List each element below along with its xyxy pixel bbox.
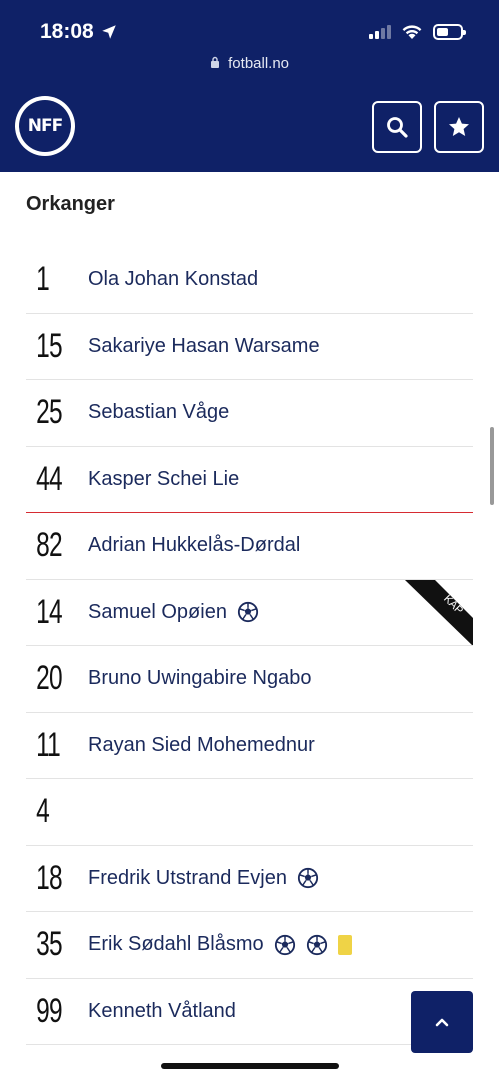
player-row[interactable]: 4 <box>26 779 473 846</box>
player-name: Rayan Sied Mohemednur <box>88 733 315 756</box>
player-name-group: Sakariye Hasan Warsame <box>88 335 320 358</box>
scrollbar[interactable] <box>490 427 494 505</box>
player-name-group: Kenneth Våtland <box>88 1000 236 1023</box>
player-number: 14 <box>36 592 63 631</box>
player-row[interactable]: 1 Ola Johan Konstad <box>26 247 473 314</box>
status-time: 18:08 <box>40 20 118 44</box>
search-icon <box>387 117 408 138</box>
search-button[interactable] <box>372 101 422 153</box>
player-name-group: Adrian Hukkelås-Dørdal <box>88 534 300 557</box>
player-list: 1 Ola Johan Konstad 15 Sakariye Hasan Warsa… <box>26 247 473 1045</box>
player-number: 15 <box>36 326 63 365</box>
home-indicator <box>161 1063 339 1069</box>
player-name-group: Sebastian Våge <box>88 401 229 424</box>
player-number: 20 <box>36 659 63 698</box>
captain-badge: KAP <box>405 579 473 646</box>
player-number: 44 <box>36 459 63 498</box>
player-name-group: Kasper Schei Lie <box>88 468 239 491</box>
player-number: 25 <box>36 393 63 432</box>
player-name: Erik Sødahl Blåsmo <box>88 933 264 956</box>
logo-text: NFF <box>19 100 71 152</box>
top-bar: 18:08 fotball.no NFF <box>0 0 499 172</box>
player-name: Sebastian Våge <box>88 401 230 424</box>
player-row[interactable]: 99 Kenneth Våtland <box>26 979 473 1045</box>
football-icon <box>306 934 328 956</box>
player-row[interactable]: 20 Bruno Uwingabire Ngabo <box>26 646 473 713</box>
nff-logo[interactable]: NFF <box>15 96 75 156</box>
football-icon <box>237 601 259 623</box>
player-name: Samuel Opøien <box>88 600 227 623</box>
wifi-icon <box>402 25 422 39</box>
player-name-group: Ola Johan Konstad <box>88 268 258 291</box>
player-row[interactable]: 18 Fredrik Utstrand Evjen <box>26 846 473 912</box>
url-text: fotball.no <box>228 55 290 72</box>
status-indicators <box>369 24 466 40</box>
player-name-group: Rayan Sied Mohemednur <box>88 734 315 757</box>
url-bar[interactable]: fotball.no <box>0 55 499 72</box>
player-number: 11 <box>36 725 61 764</box>
player-row[interactable]: 44 Kasper Schei Lie <box>26 447 473 513</box>
player-row[interactable]: 14 Samuel Opøien KAP <box>26 579 473 646</box>
clock: 18:08 <box>40 20 94 43</box>
player-number: 82 <box>36 526 63 565</box>
location-arrow-icon <box>101 25 116 39</box>
lock-icon <box>210 56 219 68</box>
player-row[interactable]: 82 Adrian Hukkelås-Dørdal <box>26 513 473 580</box>
football-icon <box>274 934 296 956</box>
player-number: 4 <box>36 792 50 831</box>
player-row[interactable]: 11 Rayan Sied Mohemednur <box>26 713 473 779</box>
player-row[interactable]: 25 Sebastian Våge <box>26 380 473 447</box>
scroll-to-top-button[interactable] <box>411 991 473 1053</box>
star-icon <box>449 117 469 136</box>
player-name: Ola Johan Konstad <box>88 268 259 291</box>
player-name: Kenneth Våtland <box>88 999 236 1022</box>
chevron-up-icon <box>435 1018 449 1027</box>
yellow-card-icon <box>337 934 352 955</box>
player-row[interactable]: 35 Erik Sødahl Blåsmo <box>26 912 473 979</box>
player-name-group: Erik Sødahl Blåsmo <box>88 933 352 956</box>
cellular-signal-icon <box>369 25 391 39</box>
player-name: Adrian Hukkelås-Dørdal <box>88 534 301 557</box>
player-number: 99 <box>36 991 63 1030</box>
player-name: Sakariye Hasan Warsame <box>88 334 320 357</box>
player-number: 18 <box>36 858 63 897</box>
player-row[interactable]: 15 Sakariye Hasan Warsame <box>26 314 473 380</box>
player-name: Bruno Uwingabire Ngabo <box>88 667 312 690</box>
player-name-group: Bruno Uwingabire Ngabo <box>88 667 311 690</box>
player-name: Kasper Schei Lie <box>88 467 240 490</box>
player-name-group: Fredrik Utstrand Evjen <box>88 867 319 890</box>
player-number: 1 <box>36 260 50 299</box>
player-name: Fredrik Utstrand Evjen <box>88 866 287 889</box>
player-name-group: Samuel Opøien <box>88 601 259 624</box>
battery-icon <box>433 24 466 40</box>
football-icon <box>297 867 319 889</box>
player-number: 35 <box>36 925 63 964</box>
team-title: Orkanger <box>26 193 115 215</box>
favorite-button[interactable] <box>434 101 484 153</box>
